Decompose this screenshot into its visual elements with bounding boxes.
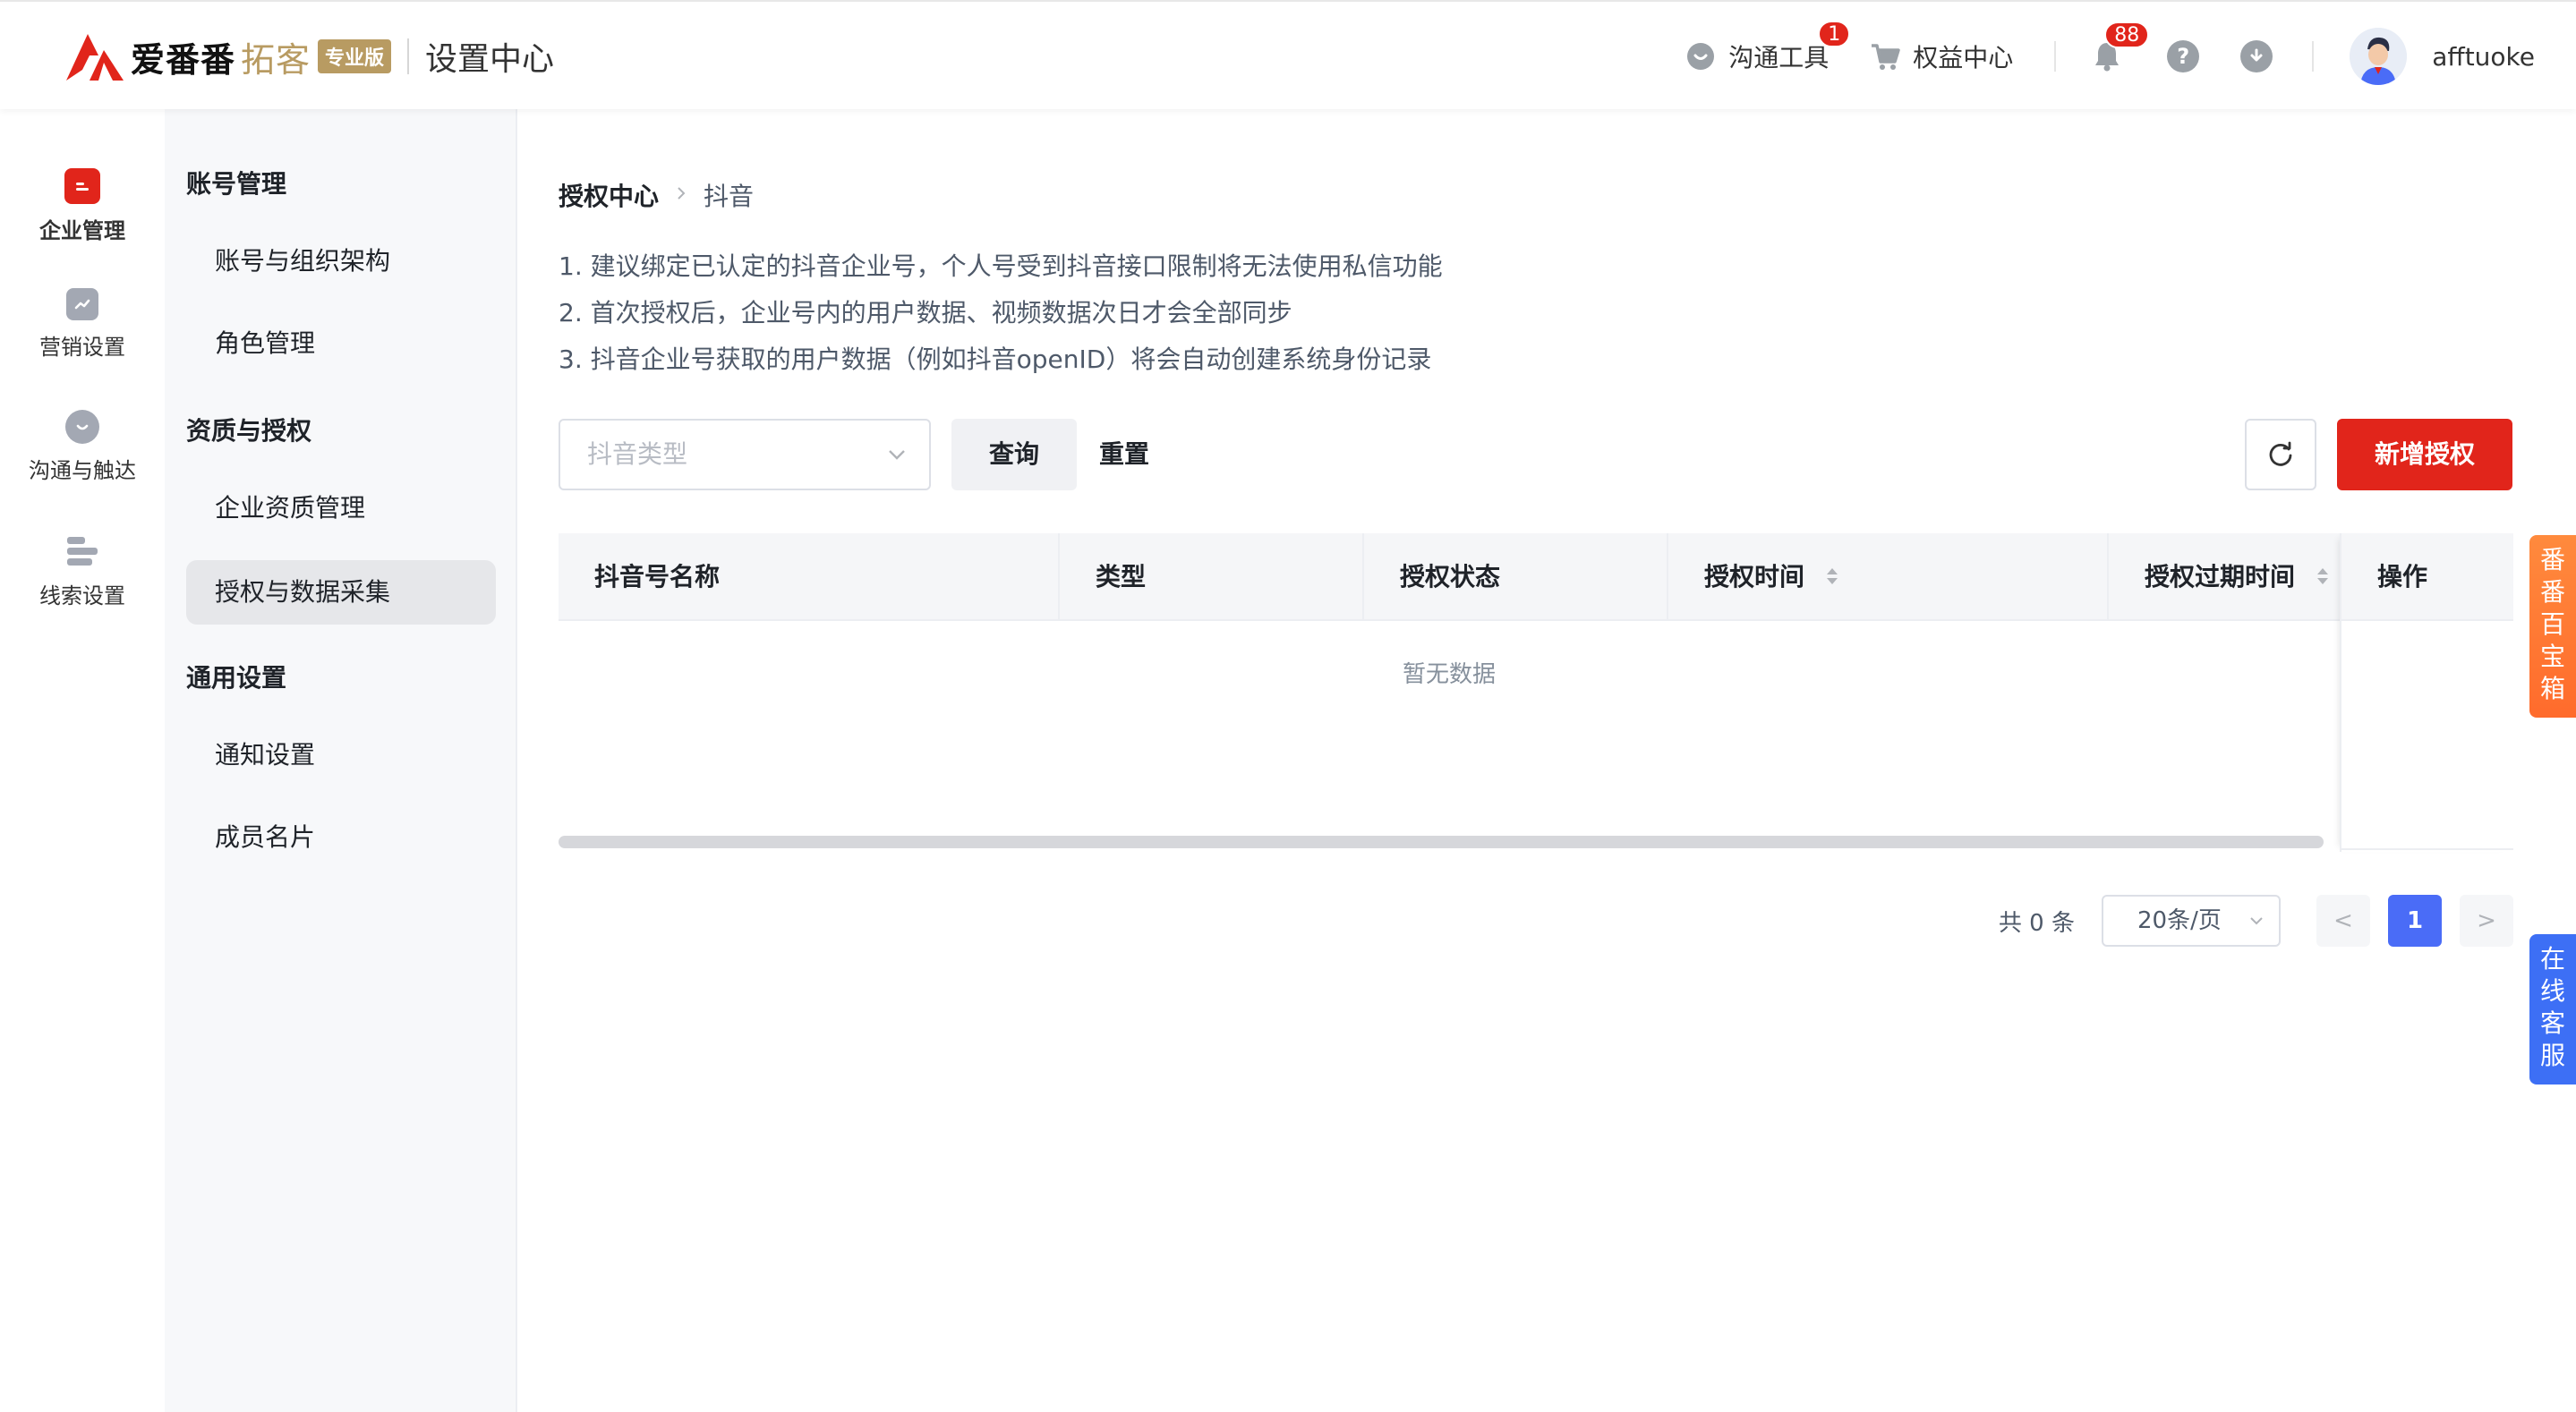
prev-page-button[interactable]: < — [2316, 895, 2370, 947]
chevron-down-icon — [2250, 917, 2263, 925]
chevron-down-icon — [889, 450, 905, 460]
notification-button[interactable]: 88 — [2092, 21, 2150, 72]
rail-item-enterprise[interactable]: 企业管理 — [0, 168, 165, 244]
username[interactable]: afftuoke — [2432, 42, 2535, 72]
page-size-value: 20条/页 — [2137, 907, 2222, 934]
query-button[interactable]: 查询 — [951, 419, 1077, 490]
table-header: 抖音号名称 类型 授权状态 授权时间 授权过期时间 — [559, 533, 2513, 621]
edition-badge: 专业版 — [318, 39, 392, 73]
chat-icon — [1685, 41, 1716, 72]
menu-item-authorization[interactable]: 授权与数据采集 — [186, 560, 496, 625]
rail-item-marketing[interactable]: 营销设置 — [0, 288, 165, 361]
total-count: 共 0 条 — [1998, 909, 2075, 937]
pagination: 共 0 条 20条/页 < 1 > — [1999, 895, 2513, 947]
list-icon — [64, 533, 100, 569]
service-char: 客 — [2539, 1008, 2565, 1038]
tip-item: 1. 建议绑定已认定的抖音企业号，个人号受到抖音接口限制将无法使用私信功能 — [559, 251, 1443, 281]
rail-item-label: 沟通与触达 — [29, 458, 136, 483]
refresh-icon — [2269, 441, 2292, 466]
horizontal-scrollbar[interactable] — [559, 836, 2324, 848]
actions-cell-empty — [2341, 621, 2513, 850]
toolbox-char: 箱 — [2539, 674, 2565, 703]
breadcrumb-separator-icon — [675, 183, 687, 208]
brand-sub: 拓客 — [241, 39, 311, 80]
comm-tools-badge: 1 — [1818, 21, 1851, 47]
douyin-type-placeholder: 抖音类型 — [587, 439, 688, 469]
page-title: 设置中心 — [425, 41, 555, 78]
primary-nav: 企业管理 营销设置 沟通与触达 线索设置 — [0, 109, 165, 1412]
notification-badge: 88 — [2104, 21, 2150, 48]
tip-item: 3. 抖音企业号获取的用户数据（例如抖音openID）将会自动创建系统身份记录 — [559, 344, 1432, 374]
online-service-floating-tab[interactable]: 在 线 客 服 — [2529, 934, 2576, 1085]
service-char: 在 — [2539, 944, 2565, 974]
brand-divider — [407, 38, 410, 74]
menu-group-title: 资质与授权 — [186, 416, 312, 446]
menu-item-notifications[interactable]: 通知设置 — [186, 723, 496, 787]
reset-button[interactable]: 重置 — [1099, 419, 1149, 490]
service-char: 服 — [2539, 1041, 2565, 1070]
brand-name: 爱番番 — [131, 39, 236, 80]
authorization-table: 抖音号名称 类型 授权状态 授权时间 授权过期时间 暂无数据 操作 — [559, 533, 2513, 852]
empty-state: 暂无数据 — [1402, 661, 1496, 688]
toolbox-char: 百 — [2539, 609, 2565, 639]
menu-item-member-cards[interactable]: 成员名片 — [186, 805, 496, 870]
sort-icon[interactable] — [2315, 565, 2331, 588]
column-header-status: 授权状态 — [1364, 533, 1668, 621]
header-divider — [2054, 41, 2057, 72]
menu-item-accounts-org[interactable]: 账号与组织架构 — [186, 229, 496, 293]
column-header-type: 类型 — [1060, 533, 1364, 621]
add-authorization-button[interactable]: 新增授权 — [2337, 419, 2512, 490]
tip-item: 2. 首次授权后，企业号内的用户数据、视频数据次日才会全部同步 — [559, 298, 1292, 327]
actions-column: 操作 — [2340, 533, 2513, 852]
toolbox-char: 宝 — [2539, 642, 2565, 671]
header-divider — [2312, 41, 2315, 72]
column-header-expire-time[interactable]: 授权过期时间 — [2109, 533, 2340, 621]
avatar[interactable] — [2350, 28, 2408, 85]
rail-item-label: 线索设置 — [39, 583, 125, 608]
menu-item-qualification[interactable]: 企业资质管理 — [186, 476, 496, 540]
menu-item-roles[interactable]: 角色管理 — [186, 311, 496, 376]
rail-item-leads[interactable]: 线索设置 — [0, 533, 165, 609]
breadcrumb-current: 抖音 — [704, 182, 755, 211]
column-header-name: 抖音号名称 — [559, 533, 1060, 621]
rail-item-communication[interactable]: 沟通与触达 — [0, 410, 165, 484]
refresh-button[interactable] — [2245, 419, 2316, 490]
toolbox-char: 番 — [2539, 545, 2565, 574]
breadcrumb-parent[interactable]: 授权中心 — [559, 177, 659, 213]
next-page-button[interactable]: > — [2460, 895, 2513, 947]
header-actions: 沟通工具 1 权益中心 88 ? afftuoke — [1685, 21, 2535, 88]
top-header: 爱番番 拓客 专业版 设置中心 沟通工具 1 权益中心 88 ? afftuok… — [0, 0, 2576, 109]
column-header-actions: 操作 — [2341, 533, 2513, 621]
toolbox-floating-tab[interactable]: 番 番 百 宝 箱 — [2529, 535, 2576, 718]
tips-list: 1. 建议绑定已认定的抖音企业号，个人号受到抖音接口限制将无法使用私信功能 2.… — [559, 243, 1443, 383]
chart-icon — [66, 288, 98, 320]
douyin-type-select[interactable]: 抖音类型 — [559, 419, 931, 490]
rail-item-label: 企业管理 — [39, 218, 125, 243]
toolbox-char: 番 — [2539, 577, 2565, 607]
secondary-nav: 账号管理 账号与组织架构 角色管理 资质与授权 企业资质管理 授权与数据采集 通… — [165, 109, 517, 1412]
download-icon[interactable] — [2240, 40, 2273, 72]
comm-tools-label: 沟通工具 — [1728, 43, 1830, 72]
main-content: 授权中心 抖音 1. 建议绑定已认定的抖音企业号，个人号受到抖音接口限制将无法使… — [517, 109, 2576, 1412]
page-size-select[interactable]: 20条/页 — [2102, 895, 2281, 947]
brand[interactable]: 爱番番 拓客 专业版 设置中心 — [63, 29, 554, 84]
menu-group-title: 通用设置 — [186, 663, 287, 693]
comm-tools-button[interactable]: 沟通工具 1 — [1685, 21, 1851, 74]
column-header-auth-time[interactable]: 授权时间 — [1668, 533, 2109, 621]
menu-group-title: 账号管理 — [186, 169, 287, 199]
benefits-center-button[interactable]: 权益中心 — [1870, 38, 2013, 74]
page-button-1[interactable]: 1 — [2388, 895, 2442, 947]
benefits-center-label: 权益中心 — [1913, 43, 2014, 72]
service-char: 线 — [2539, 976, 2565, 1006]
enterprise-icon — [64, 168, 100, 204]
help-icon[interactable]: ? — [2167, 40, 2200, 72]
rail-item-label: 营销设置 — [39, 335, 125, 360]
breadcrumb: 授权中心 抖音 — [559, 177, 754, 213]
chat-icon — [65, 410, 99, 444]
sort-icon[interactable] — [1824, 565, 1840, 588]
cart-icon — [1870, 41, 1900, 72]
brand-logo-icon — [66, 34, 124, 81]
